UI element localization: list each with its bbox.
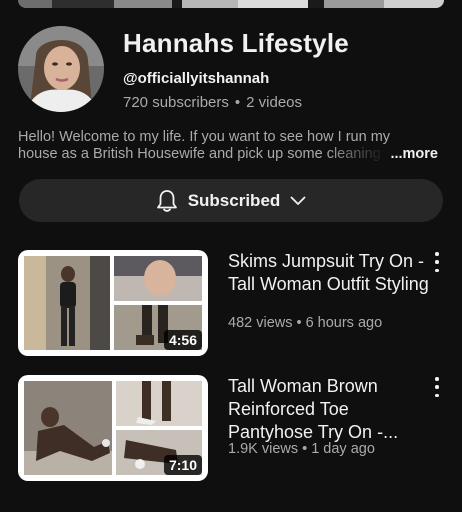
more-vertical-icon[interactable] bbox=[430, 252, 444, 272]
video-age: 6 hours ago bbox=[305, 315, 383, 331]
bell-icon bbox=[156, 189, 178, 213]
video-list-item[interactable]: 4:56 Skims Jumpsuit Try On - Tall Woman … bbox=[18, 250, 444, 358]
channel-handle: @officiallyitshannah bbox=[123, 70, 270, 87]
avatar-image bbox=[18, 26, 104, 112]
thumbnail-panel bbox=[114, 256, 202, 301]
video-views: 482 views bbox=[228, 315, 293, 331]
meta-separator: • bbox=[302, 441, 308, 457]
subscriber-count: 720 subscribers bbox=[123, 94, 229, 111]
stats-separator: • bbox=[234, 94, 241, 111]
channel-name: Hannahs Lifestyle bbox=[123, 28, 349, 58]
video-meta: 482 views • 6 hours ago bbox=[228, 315, 382, 331]
video-title[interactable]: Tall Woman Brown Reinforced Toe Pantyhos… bbox=[228, 375, 432, 444]
video-count: 2 videos bbox=[246, 94, 303, 111]
description-line-1: Hello! Welcome to my life. If you want t… bbox=[18, 129, 391, 145]
video-duration: 7:10 bbox=[163, 455, 202, 475]
video-list-item[interactable]: 7:10 Tall Woman Brown Reinforced Toe Pan… bbox=[18, 375, 444, 483]
description-fade bbox=[326, 146, 386, 163]
channel-stats: 720 subscribers • 2 videos bbox=[123, 94, 302, 111]
video-age: 1 day ago bbox=[311, 441, 375, 457]
channel-avatar[interactable] bbox=[18, 26, 104, 112]
video-duration: 4:56 bbox=[163, 330, 202, 350]
thumbnail-panel bbox=[24, 381, 112, 475]
meta-separator: • bbox=[296, 315, 302, 331]
thumbnail-panel bbox=[116, 381, 202, 426]
subscribed-label: Subscribed bbox=[187, 190, 281, 210]
more-link[interactable]: ...more bbox=[388, 146, 438, 163]
video-thumbnail[interactable]: 7:10 bbox=[18, 375, 208, 481]
thumbnail-panel bbox=[24, 256, 110, 350]
video-thumbnail[interactable]: 4:56 bbox=[18, 250, 208, 356]
channel-banner bbox=[18, 0, 444, 8]
channel-description[interactable]: Hello! Welcome to my life. If you want t… bbox=[18, 129, 438, 163]
video-views: 1.9K views bbox=[228, 441, 299, 457]
video-meta: 1.9K views • 1 day ago bbox=[228, 441, 375, 457]
chevron-down-icon bbox=[290, 196, 306, 206]
more-vertical-icon[interactable] bbox=[430, 377, 444, 397]
subscribed-button[interactable]: Subscribed bbox=[19, 179, 443, 222]
video-title[interactable]: Skims Jumpsuit Try On - Tall Woman Outfi… bbox=[228, 250, 432, 296]
